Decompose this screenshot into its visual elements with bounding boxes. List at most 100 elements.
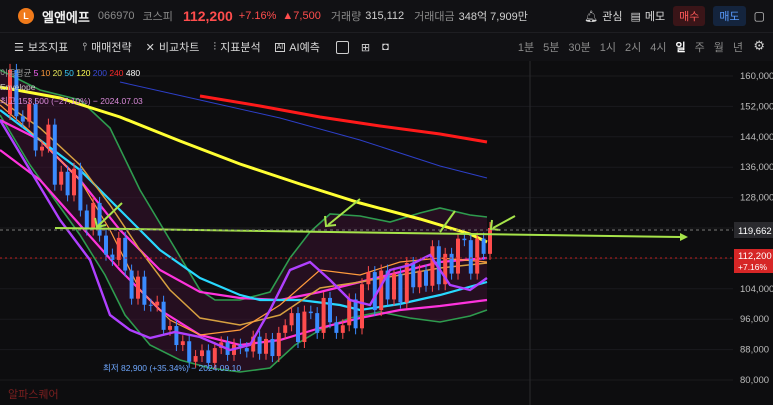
candle-body (72, 168, 76, 196)
candle-body (257, 336, 262, 354)
candle-body (187, 341, 192, 362)
candle-body (110, 254, 115, 260)
ma-legend-20: 20 (50, 68, 63, 78)
volume-label: 거래량 (330, 11, 362, 23)
company-logo: L (18, 8, 34, 24)
candle-body (296, 313, 300, 342)
candle-body (430, 246, 435, 286)
candle-body (174, 326, 179, 346)
toolbar-strategy-label: 매매전략 (91, 42, 132, 54)
sell-button[interactable]: 매도 (713, 6, 746, 26)
analysis-icon: ⫶ (213, 40, 217, 53)
candle-body (52, 124, 57, 185)
ai-icon: AI (274, 42, 286, 52)
candle-body (449, 253, 454, 274)
favorite-label: 관심 (602, 11, 623, 23)
candle-body (404, 262, 409, 303)
candle-body (244, 348, 249, 352)
candle-body (84, 210, 89, 230)
gear-icon[interactable]: ⚙ (753, 38, 765, 54)
candle-body (97, 202, 102, 236)
toolbar-compare[interactable]: ✕ 비교차트 (146, 39, 200, 55)
amount-value: 348억 7,909만 (458, 11, 528, 23)
envelope-legend[interactable]: Envelope (0, 80, 143, 94)
toolbar-indicators[interactable]: ☰ 보조지표 (14, 39, 68, 55)
candle-body (398, 273, 403, 303)
stock-header: L 엘앤에프 066970 코스피 112,200 +7.16% ▲7,500 … (0, 0, 773, 32)
period-year[interactable]: 년 (733, 39, 743, 55)
period-1m[interactable]: 1분 (518, 39, 534, 55)
candle-body (180, 341, 185, 346)
ma-legend-prefix: 이동평균 (0, 68, 32, 78)
checkbox-icon[interactable] (335, 40, 349, 54)
candle-body (193, 356, 198, 362)
toolbar-ai[interactable]: AI AI예측 (274, 39, 320, 55)
panel-toggle-icon[interactable]: ▢ (754, 9, 765, 23)
ma-legend-values: 5 10 20 50 120 200 240 480 (34, 68, 140, 78)
candle-body (46, 124, 51, 147)
period-4h[interactable]: 4시 (650, 39, 666, 55)
header-actions: 🔔︎ 관심 ▤ 메모 매수 매도 ▢ (584, 6, 765, 26)
watermark: 알파스퀘어 (8, 389, 59, 401)
candle-body (468, 240, 473, 274)
y-axis-label: 136,000 (740, 162, 773, 173)
candle-body (392, 273, 396, 300)
toolbar-strategy[interactable]: ⫯ 매매전략 (82, 39, 131, 55)
toolbar-indicators-label: 보조지표 (27, 42, 69, 54)
buy-button[interactable]: 매수 (673, 6, 706, 26)
candle-body (283, 325, 288, 333)
camera-icon[interactable]: ◘ (382, 41, 389, 53)
bell-icon: 🔔︎ (584, 10, 599, 23)
ma-legend-row[interactable]: 이동평균 5 10 20 50 120 200 240 480 (0, 66, 143, 80)
candle-body (411, 262, 416, 288)
memo-button[interactable]: ▤ 메모 (631, 8, 666, 24)
market-name: 코스피 (142, 11, 173, 23)
candle-body (206, 350, 211, 363)
candle-body (321, 297, 326, 333)
period-30m[interactable]: 30분 (568, 39, 590, 55)
candle-body (212, 348, 217, 363)
y-axis-label: 88,000 (740, 345, 769, 356)
candle-body (302, 311, 307, 342)
candle-body (353, 299, 358, 329)
candle-body (142, 276, 147, 305)
favorite-button[interactable]: 🔔︎ 관심 (584, 8, 622, 24)
amount-label: 거래대금 (414, 11, 455, 23)
toolbar-compare-label: 비교차트 (158, 42, 200, 54)
layout-icon[interactable]: ⊞ (361, 41, 370, 54)
candle-body (155, 301, 160, 306)
price-tag-pct: +7.16% (738, 262, 768, 272)
y-axis-label: 96,000 (740, 314, 769, 325)
price-tag-text: 112,200 (738, 251, 772, 262)
period-week[interactable]: 주 (695, 39, 705, 55)
candle-body (168, 326, 172, 330)
candle-body (334, 322, 339, 333)
candle-body (148, 304, 153, 306)
period-5m[interactable]: 5분 (543, 39, 559, 55)
stock-name[interactable]: 엘앤에프 (42, 7, 90, 26)
candle-body (424, 270, 428, 286)
period-1h[interactable]: 1시 (600, 39, 616, 55)
change-percent: +7.16% (238, 10, 277, 22)
period-month[interactable]: 월 (714, 39, 724, 55)
max-price-legend: 최고 153,500 (−27.10%) − 2024.07.03 (0, 96, 143, 106)
y-axis-label: 128,000 (740, 193, 773, 204)
y-axis-label: 144,000 (740, 132, 773, 143)
candle-body (91, 202, 96, 230)
toolbar-analysis[interactable]: ⫶ 지표분석 (213, 39, 260, 55)
level-tag-text: 119,662 (738, 226, 772, 237)
ma-legend-120: 120 (73, 68, 91, 78)
candle-body (360, 284, 364, 329)
memo-icon: ▤ (630, 10, 641, 23)
candle-body (379, 270, 384, 311)
candle-body (462, 238, 467, 241)
candle-body (264, 338, 268, 354)
candle-body (276, 332, 281, 357)
period-day[interactable]: 일 (676, 39, 686, 55)
strategy-icon: ⫯ (82, 40, 88, 53)
candle-body (65, 171, 70, 196)
period-2h[interactable]: 2시 (625, 39, 641, 55)
candle-body (20, 116, 25, 122)
compare-icon: ✕ (145, 41, 155, 54)
price-chart[interactable]: 최저 82,900 (+35.34%) − 2024.09.10 160,000… (0, 61, 773, 405)
